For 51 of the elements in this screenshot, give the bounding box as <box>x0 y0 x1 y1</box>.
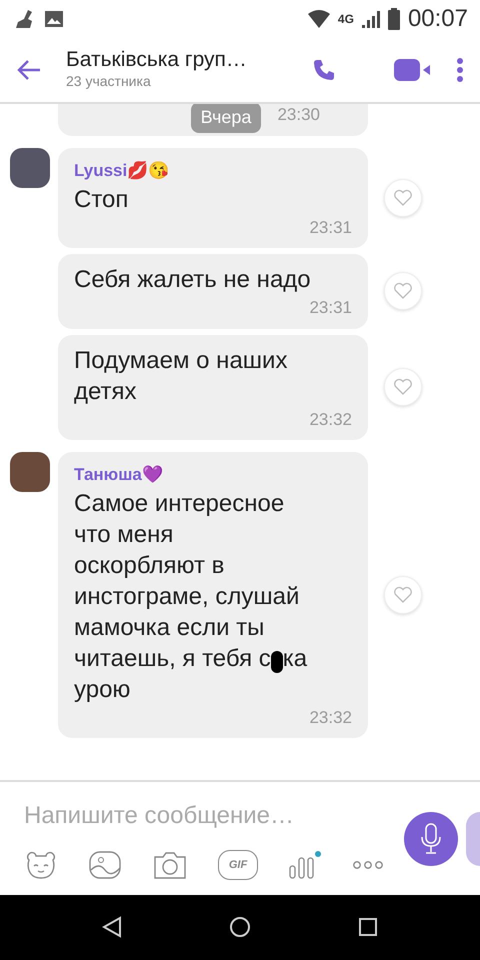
message-time: 23:32 <box>308 408 352 430</box>
avatar[interactable] <box>10 452 50 492</box>
heart-outline-icon <box>393 586 413 604</box>
home-button[interactable] <box>228 916 251 940</box>
message-text: Себя жалеть не надо <box>74 265 311 295</box>
signal-icon <box>362 10 380 28</box>
sender-name: Танюша💜 <box>74 464 163 486</box>
message-text: ка <box>282 644 308 674</box>
message-text: Подумаем о наших <box>74 346 288 376</box>
camera-button[interactable] <box>152 850 188 880</box>
message-input[interactable]: Напишите сообщение… <box>24 798 384 834</box>
button-edge <box>466 812 480 866</box>
message-text: мамочка если ты <box>74 612 264 642</box>
video-call-button[interactable] <box>394 58 432 82</box>
message-time: 23:31 <box>308 216 352 238</box>
phone-call-button[interactable] <box>312 58 336 82</box>
heart-outline-icon <box>393 189 413 207</box>
more-options-button[interactable] <box>456 57 464 83</box>
network-label: 4G <box>338 11 354 28</box>
message-text: читаешь, я тебя с <box>74 644 271 674</box>
image-icon <box>44 10 64 28</box>
clock-time: 00:07 <box>408 4 468 34</box>
battery-icon <box>388 8 400 30</box>
message-time: 23:30 <box>277 104 320 126</box>
heart-outline-icon <box>393 282 413 300</box>
chat-title: Батьківська груп… <box>66 48 248 72</box>
sender-name: Lyussi💋😘 <box>74 160 170 182</box>
gallery-button[interactable] <box>88 850 122 880</box>
message-text: оскорбляют в <box>74 550 224 580</box>
message-text: что меня <box>74 520 174 550</box>
back-nav-button[interactable] <box>102 916 122 940</box>
censor-blot <box>270 651 283 673</box>
message-text: урою <box>74 674 130 704</box>
wifi-icon <box>308 10 330 28</box>
heart-outline-icon <box>393 378 413 396</box>
poll-button[interactable] <box>288 850 322 880</box>
microphone-icon <box>421 823 441 855</box>
sticker-button[interactable] <box>24 850 58 880</box>
back-button[interactable] <box>16 58 42 82</box>
date-chip: Вчера <box>190 104 262 133</box>
three-dots-icon <box>352 860 384 870</box>
participant-count: 23 участника <box>66 72 152 92</box>
message-time: 23:31 <box>308 297 352 319</box>
voice-message-button[interactable] <box>404 812 458 866</box>
message-time: 23:32 <box>308 706 352 728</box>
avatar[interactable] <box>10 148 50 188</box>
message-text: Самое интересное <box>74 488 284 518</box>
message-text: инстограме, слушай <box>74 582 300 612</box>
gif-button[interactable]: GIF <box>218 850 258 880</box>
message-text: Стоп <box>74 184 128 214</box>
message-text: детях <box>74 376 137 406</box>
